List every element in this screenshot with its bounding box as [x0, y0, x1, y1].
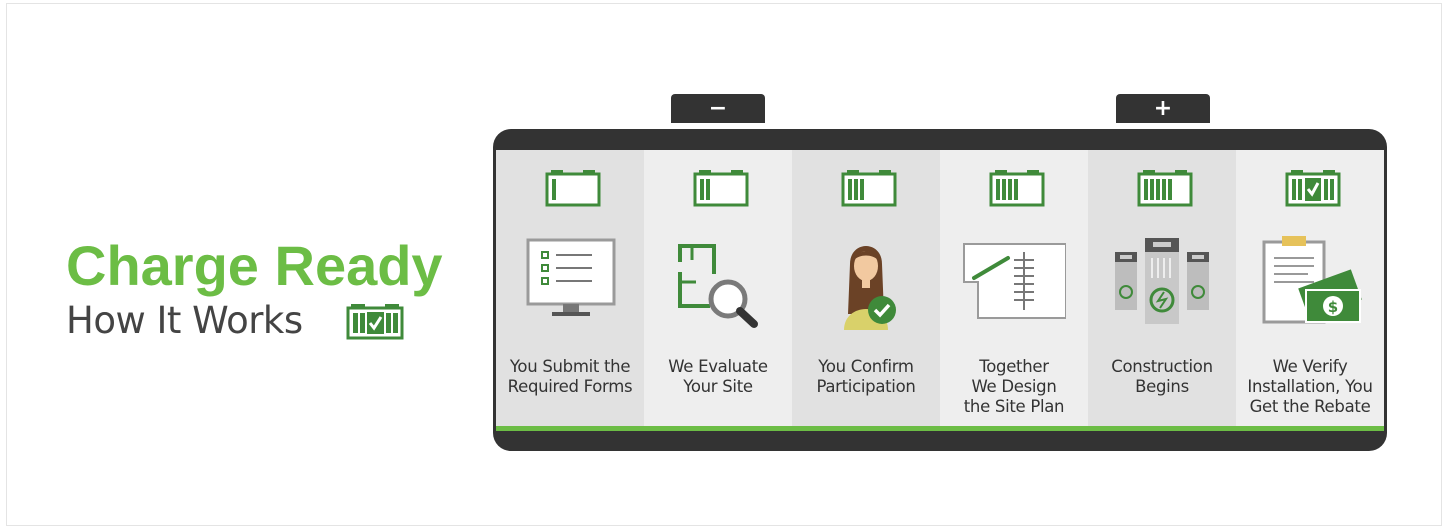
charge-bar [996, 179, 1000, 200]
chargers-icon [1115, 238, 1209, 324]
charge-bar [1008, 179, 1012, 200]
charge-bar [1156, 179, 1160, 200]
step-3: You Confirm Participation [792, 150, 940, 426]
svg-text:$: $ [1328, 298, 1338, 316]
battery-level-icon [1137, 170, 1193, 207]
charge-bar [700, 179, 704, 200]
positive-terminal: + [1116, 94, 1210, 123]
charge-bar [1162, 179, 1166, 200]
step-label: Together We Design the Site Plan [963, 357, 1065, 416]
step-label: We Verify Installation, You Get the Reba… [1247, 357, 1373, 416]
charge-bar [1150, 179, 1154, 200]
charge-bar [1168, 179, 1172, 200]
charge-strip [496, 426, 1384, 431]
step-label: We Evaluate Your Site [668, 357, 768, 396]
charge-bar [1144, 179, 1148, 200]
charge-bar [1002, 179, 1006, 200]
page-subtitle: How It Works [66, 299, 303, 342]
floorplan-magnifier-icon [678, 244, 758, 328]
battery-level-icon [545, 170, 601, 207]
charge-bar [1014, 179, 1018, 200]
charge-bar [848, 179, 852, 200]
charge-bar [552, 179, 556, 200]
negative-terminal: − [671, 94, 765, 123]
person-checkmark-icon [844, 246, 896, 330]
battery-level-icon [989, 170, 1045, 207]
site-plan-icon [963, 243, 1066, 319]
clipboard-money-icon: $ [1262, 236, 1362, 324]
step-5: Construction Begins [1088, 150, 1236, 426]
battery-level-icon [693, 170, 749, 207]
step-label: You Submit the Required Forms [507, 357, 633, 396]
charge-bar [706, 179, 710, 200]
step-label: Construction Begins [1111, 357, 1213, 396]
monitor-checklist-icon [526, 238, 616, 316]
battery-level-icon [1285, 170, 1341, 207]
steps-row: You Submit the Required Forms We Evaluat… [496, 150, 1384, 426]
charge-bar [860, 179, 864, 200]
page-title: Charge Ready [66, 234, 443, 297]
step-label: You Confirm Participation [816, 357, 916, 396]
battery-level-icon [841, 170, 897, 207]
step-6: $ We Verify Installation, You Get the Re… [1236, 150, 1384, 426]
step-1: You Submit the Required Forms [496, 150, 644, 426]
charge-bar [854, 179, 858, 200]
step-4: Together We Design the Site Plan [940, 150, 1088, 426]
battery-check-icon [346, 304, 404, 340]
step-2: We Evaluate Your Site [644, 150, 792, 426]
battery-graphic: You Submit the Required Forms We Evaluat… [493, 129, 1387, 451]
